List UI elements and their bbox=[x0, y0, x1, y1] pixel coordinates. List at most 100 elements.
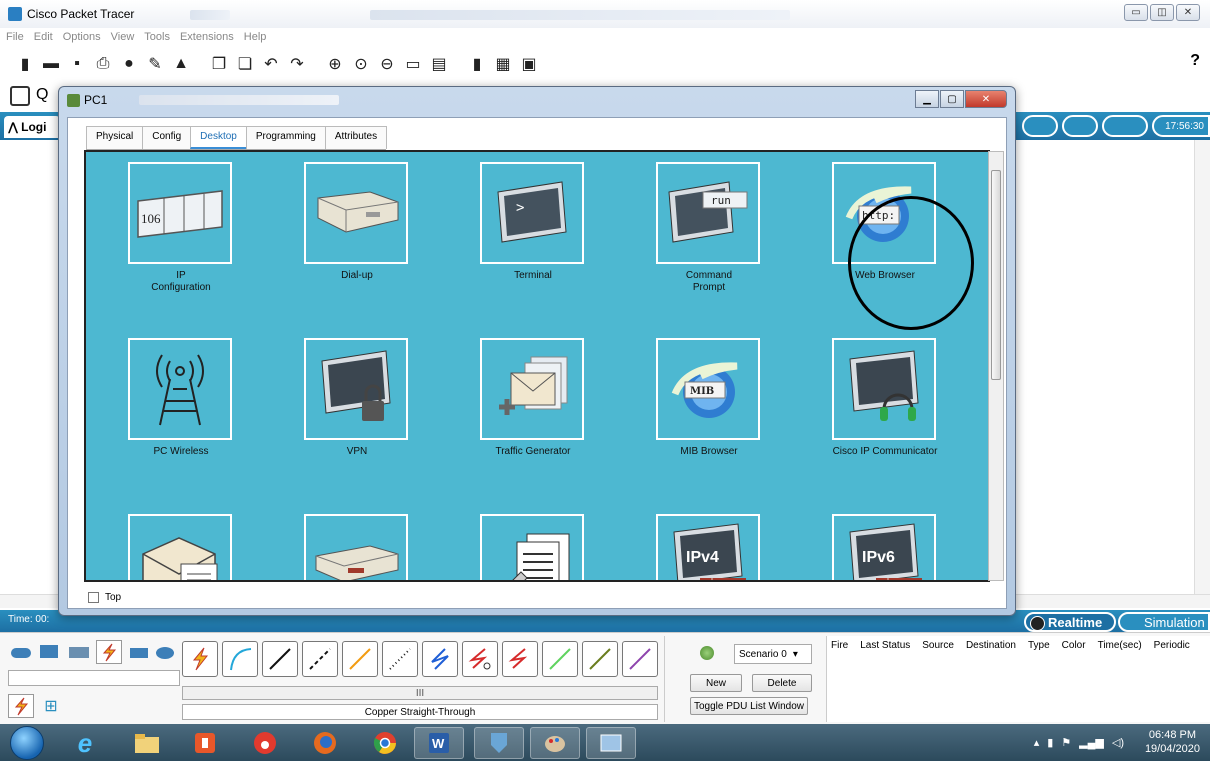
info-icon[interactable]: ● bbox=[118, 53, 140, 75]
copper-cross-over-icon[interactable] bbox=[302, 641, 338, 677]
top-checkbox[interactable] bbox=[88, 592, 99, 603]
network-status-icon[interactable]: ▮ bbox=[1047, 736, 1053, 749]
console-cable-icon[interactable] bbox=[222, 641, 258, 677]
copper-straight-through-icon[interactable] bbox=[262, 641, 298, 677]
print-icon[interactable]: ⎙ bbox=[92, 53, 114, 75]
multiuser-icon[interactable] bbox=[152, 640, 178, 664]
cable-list-scrollbar[interactable]: III bbox=[182, 686, 658, 700]
pc1-maximize-button[interactable]: ▢ bbox=[940, 90, 964, 108]
tab-config[interactable]: Config bbox=[142, 126, 192, 149]
custom-devices-icon[interactable]: ▤ bbox=[428, 53, 450, 75]
new-file-icon[interactable]: ▮ bbox=[14, 53, 36, 75]
end-devices-icon[interactable] bbox=[36, 640, 62, 664]
serial-dce-icon[interactable] bbox=[462, 641, 498, 677]
menu-view[interactable]: View bbox=[111, 31, 135, 43]
octal-cable-icon[interactable] bbox=[542, 641, 578, 677]
zoom-reset-icon[interactable]: ⊙ bbox=[350, 53, 372, 75]
volume-icon[interactable]: ◁) bbox=[1112, 736, 1124, 749]
zoom-in-icon[interactable]: ⊕ bbox=[324, 53, 346, 75]
app-command-prompt[interactable]: run Command Prompt bbox=[614, 152, 790, 322]
fiber-cable-icon[interactable] bbox=[342, 641, 378, 677]
menu-file[interactable]: File bbox=[6, 31, 24, 43]
realtime-mode-button[interactable]: Realtime bbox=[1024, 612, 1116, 632]
serial-dte-icon[interactable] bbox=[502, 641, 538, 677]
show-hidden-icons-icon[interactable]: ▴ bbox=[1034, 736, 1040, 749]
paint-icon[interactable] bbox=[530, 727, 580, 759]
desktop-vertical-scrollbar[interactable] bbox=[988, 151, 1004, 581]
cloud-view-button[interactable] bbox=[1022, 115, 1058, 137]
app-text-editor[interactable] bbox=[438, 504, 614, 580]
grid-icon[interactable]: ⊞ bbox=[38, 694, 64, 718]
menu-help[interactable]: Help bbox=[244, 31, 267, 43]
phone-cable-icon[interactable] bbox=[382, 641, 418, 677]
word-icon[interactable]: W bbox=[414, 727, 464, 759]
copy-icon[interactable]: ❐ bbox=[208, 53, 230, 75]
components-icon[interactable] bbox=[66, 640, 92, 664]
pc1-close-button[interactable]: ✕ bbox=[965, 90, 1007, 108]
app-pppoe-dialer[interactable] bbox=[262, 504, 438, 580]
inspect-icon[interactable]: Q bbox=[36, 86, 48, 104]
undo-icon[interactable]: ↶ bbox=[260, 53, 282, 75]
pc1-minimize-button[interactable]: ▁ bbox=[915, 90, 939, 108]
logical-tab[interactable]: ⋀ Logi bbox=[4, 116, 60, 138]
app-ipv6-firewall[interactable]: IPv6 bbox=[790, 504, 966, 580]
iot-custom-cable-icon[interactable] bbox=[582, 641, 618, 677]
action-center-icon[interactable]: ⚑ bbox=[1061, 736, 1071, 749]
menu-tools[interactable]: Tools bbox=[144, 31, 170, 43]
activity-wizard-icon[interactable]: ✎ bbox=[144, 53, 166, 75]
tab-physical[interactable]: Physical bbox=[86, 126, 144, 149]
paste-icon[interactable]: ❏ bbox=[234, 53, 256, 75]
start-button[interactable] bbox=[10, 726, 44, 760]
file-explorer-icon[interactable] bbox=[122, 727, 172, 759]
automatic-connection-icon[interactable] bbox=[182, 641, 218, 677]
scrollbar-thumb[interactable] bbox=[991, 170, 1001, 380]
select-icon[interactable] bbox=[10, 86, 30, 106]
app-terminal[interactable]: > Terminal bbox=[438, 152, 614, 322]
help-button[interactable]: ? bbox=[1190, 52, 1200, 70]
menu-edit[interactable]: Edit bbox=[34, 31, 53, 43]
app-cisco-ip-communicator[interactable]: Cisco IP Communicator bbox=[790, 328, 966, 498]
device-dialog-icon[interactable]: ▦ bbox=[492, 53, 514, 75]
app-ipv4-firewall[interactable]: IPv4 bbox=[614, 504, 790, 580]
chrome-icon[interactable] bbox=[360, 727, 410, 759]
tab-programming[interactable]: Programming bbox=[245, 126, 326, 149]
viewport-button[interactable] bbox=[1062, 115, 1098, 137]
tray-clock[interactable]: 06:48 PM 19/04/2020 bbox=[1145, 728, 1200, 756]
media-player-icon[interactable] bbox=[180, 727, 230, 759]
close-button[interactable]: ✕ bbox=[1176, 4, 1200, 21]
minimize-button[interactable]: ▭ bbox=[1124, 4, 1148, 21]
maximize-button[interactable]: ◫ bbox=[1150, 4, 1174, 21]
menu-extensions[interactable]: Extensions bbox=[180, 31, 234, 43]
zoom-out-icon[interactable]: ⊖ bbox=[376, 53, 398, 75]
usb-cable-icon[interactable] bbox=[622, 641, 658, 677]
simulation-mode-button[interactable]: Simulation bbox=[1118, 612, 1210, 632]
app-vpn[interactable]: VPN bbox=[262, 328, 438, 498]
packet-tracer-task-icon[interactable] bbox=[474, 727, 524, 759]
app-email[interactable] bbox=[86, 504, 262, 580]
delete-scenario-button[interactable]: Delete bbox=[752, 674, 812, 692]
open-folder-icon[interactable]: ▬ bbox=[40, 53, 62, 75]
coaxial-cable-icon[interactable] bbox=[422, 641, 458, 677]
workspace-vertical-scrollbar[interactable] bbox=[1194, 140, 1210, 598]
app-traffic-generator[interactable]: Traffic Generator bbox=[438, 328, 614, 498]
environment-button[interactable] bbox=[1102, 115, 1148, 137]
connections-selected-icon[interactable] bbox=[8, 694, 34, 718]
window-switcher-icon[interactable] bbox=[586, 727, 636, 759]
app-pc-wireless[interactable]: PC Wireless bbox=[86, 328, 262, 498]
toggle-pdu-list-button[interactable]: Toggle PDU List Window bbox=[690, 697, 808, 715]
app-dial-up[interactable]: Dial-up bbox=[262, 152, 438, 322]
tab-attributes[interactable]: Attributes bbox=[324, 126, 388, 149]
scenario-select[interactable]: Scenario 0 ▾ bbox=[734, 644, 812, 664]
connections-icon[interactable] bbox=[96, 640, 122, 664]
tab-desktop[interactable]: Desktop bbox=[190, 126, 247, 149]
network-devices-icon[interactable] bbox=[8, 640, 34, 664]
internet-explorer-icon[interactable]: e bbox=[60, 727, 110, 759]
save-icon[interactable]: ▪ bbox=[66, 53, 88, 75]
firefox-icon[interactable] bbox=[300, 727, 350, 759]
document-icon[interactable]: ▮ bbox=[466, 53, 488, 75]
menu-options[interactable]: Options bbox=[63, 31, 101, 43]
drawing-palette-icon[interactable]: ▭ bbox=[402, 53, 424, 75]
paw-app-icon[interactable] bbox=[240, 727, 290, 759]
network-information-icon[interactable]: ▲ bbox=[170, 53, 192, 75]
redo-icon[interactable]: ↷ bbox=[286, 53, 308, 75]
